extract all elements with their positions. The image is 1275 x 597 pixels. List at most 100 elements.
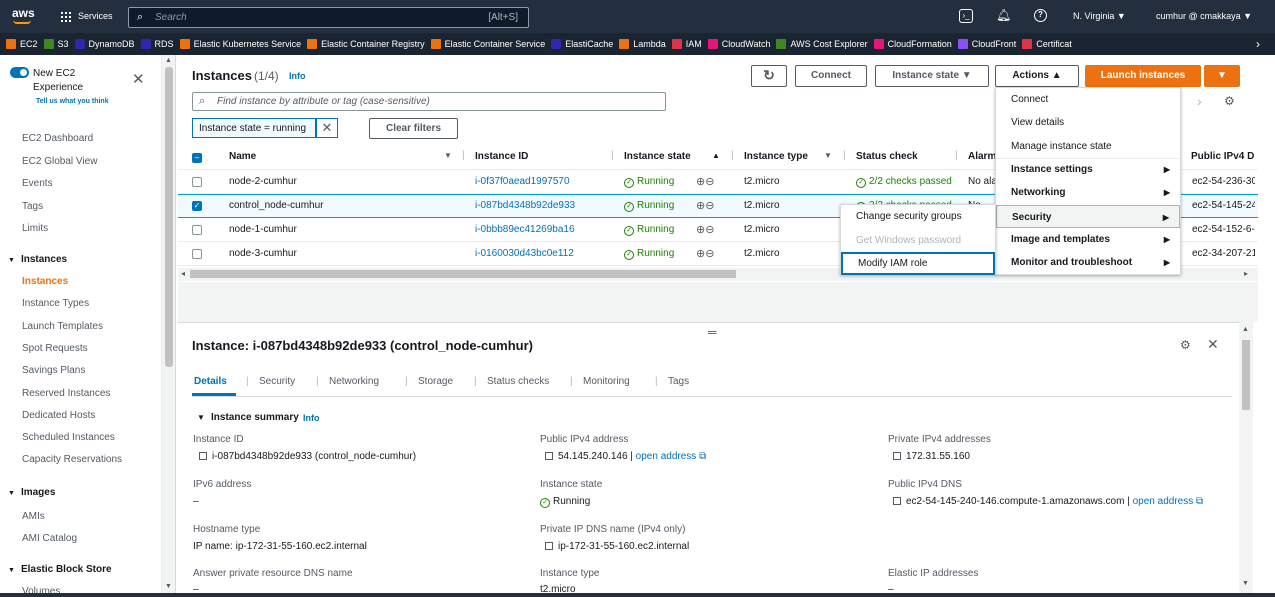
scroll-left-icon[interactable]: ◂	[181, 269, 185, 278]
actions-menu-item-instance-settings[interactable]: Instance settings ▶	[996, 158, 1180, 181]
tab-status-checks[interactable]: Status checks	[487, 376, 549, 387]
favorite-elastic-container-service[interactable]: Elastic Container Service	[430, 33, 545, 55]
row-checkbox[interactable]	[192, 225, 202, 235]
zoom-icon[interactable]: ⊕⊖	[696, 199, 714, 212]
account-menu[interactable]: cumhur @ cmakkaya ▼	[1156, 11, 1252, 21]
security-menu-item-change-security-groups[interactable]: Change security groups	[841, 205, 995, 228]
row-checkbox[interactable]	[192, 177, 202, 187]
tab-storage[interactable]: Storage	[418, 376, 453, 387]
tab-tags[interactable]: Tags	[668, 376, 689, 387]
instance-id-link[interactable]: i-0160030d43bc0e112	[475, 248, 574, 259]
external-link-icon[interactable]: ⧉	[699, 451, 706, 462]
favorite-dynamodb[interactable]: DynamoDB	[74, 33, 135, 55]
sidebar-item-amis[interactable]: AMIs	[22, 511, 45, 522]
favorite-rds[interactable]: RDS	[140, 33, 174, 55]
tab-security[interactable]: Security	[259, 376, 295, 387]
scroll-right-icon[interactable]: ▸	[1244, 269, 1248, 278]
collapse-icon[interactable]: ▼	[197, 413, 205, 422]
chevron-right-icon[interactable]: ›	[1256, 37, 1260, 51]
scroll-down-icon[interactable]: ▼	[165, 583, 172, 590]
settings-gear-icon[interactable]: ⚙	[1180, 338, 1191, 352]
tab-networking[interactable]: Networking	[329, 376, 379, 387]
col-name[interactable]: Name	[229, 151, 256, 162]
open-address-link[interactable]: open address	[636, 451, 697, 462]
filter-input[interactable]: ⌕ Find instance by attribute or tag (cas…	[192, 92, 666, 111]
column-divider[interactable]: |	[611, 150, 614, 161]
sidebar-item-events[interactable]: Events	[22, 178, 53, 189]
external-link-icon[interactable]: ⧉	[1196, 496, 1203, 507]
sidebar-section-images[interactable]: ▼ Images	[8, 487, 55, 498]
services-menu[interactable]: Services	[78, 11, 113, 21]
row-checkbox[interactable]	[192, 249, 202, 259]
aws-logo[interactable]: aws	[12, 6, 35, 20]
instance-id-link[interactable]: i-087bd4348b92de933	[475, 200, 575, 211]
favorite-elasticache[interactable]: ElastiCache	[551, 33, 613, 55]
detail-scrollbar[interactable]: ▲ ▼	[1239, 322, 1253, 597]
sort-asc-icon[interactable]: ▲	[712, 151, 720, 160]
actions-menu-item-security[interactable]: Security ▶	[996, 204, 1180, 228]
sidebar-item-capacity-reservations[interactable]: Capacity Reservations	[22, 454, 122, 465]
scroll-up-icon[interactable]: ▲	[1242, 326, 1249, 333]
copy-icon[interactable]	[893, 452, 901, 460]
clear-filters-button[interactable]: Clear filters	[369, 118, 458, 139]
column-divider[interactable]: |	[955, 150, 958, 161]
open-address-link[interactable]: open address	[1133, 496, 1194, 507]
services-grid-icon[interactable]	[61, 12, 71, 22]
close-icon[interactable]: ✕	[1207, 336, 1219, 353]
col-instance-type[interactable]: Instance type	[744, 151, 808, 162]
col-instance-state[interactable]: Instance state	[624, 151, 691, 162]
select-all-checkbox[interactable]: –	[192, 153, 202, 163]
actions-menu-item-view-details[interactable]: View details	[996, 111, 1180, 134]
launch-instances-button[interactable]: Launch instances	[1085, 65, 1201, 87]
col-status-check[interactable]: Status check	[856, 151, 918, 162]
copy-icon[interactable]	[199, 452, 207, 460]
favorite-cloudwatch[interactable]: CloudWatch	[707, 33, 770, 55]
actions-menu-item-networking[interactable]: Networking ▶	[996, 181, 1180, 204]
favorite-aws-cost-explorer[interactable]: AWS Cost Explorer	[776, 33, 868, 55]
summary-info-link[interactable]: Info	[303, 413, 320, 423]
col-alarm[interactable]: Alarm	[968, 151, 996, 162]
sidebar-item-dedicated-hosts[interactable]: Dedicated Hosts	[22, 410, 95, 421]
zoom-icon[interactable]: ⊕⊖	[696, 175, 714, 188]
sidebar-item-ec2-dashboard[interactable]: EC2 Dashboard	[22, 133, 93, 144]
search-input[interactable]: ⌕ Search [Alt+S]	[128, 7, 529, 28]
scrollbar-thumb[interactable]	[1242, 340, 1250, 410]
favorite-cloudformation[interactable]: CloudFormation	[873, 33, 952, 55]
connect-button[interactable]: Connect	[795, 65, 867, 87]
scroll-up-icon[interactable]: ▲	[165, 57, 172, 64]
favorite-cloudfront[interactable]: CloudFront	[957, 33, 1016, 55]
col-instance-id[interactable]: Instance ID	[475, 151, 528, 162]
column-divider[interactable]: |	[843, 150, 846, 161]
favorite-ec2[interactable]: EC2	[6, 33, 38, 55]
instance-id-link[interactable]: i-0f37f0aead1997570	[475, 176, 570, 187]
col-public-dns[interactable]: Public IPv4 D	[1191, 151, 1254, 162]
favorite-certificat[interactable]: Certificat	[1022, 33, 1072, 55]
info-link[interactable]: Info	[289, 71, 306, 81]
cloudshell-icon[interactable]: ›_	[959, 9, 973, 23]
settings-gear-icon[interactable]: ⚙	[1224, 94, 1235, 108]
copy-icon[interactable]	[893, 497, 901, 505]
tab-monitoring[interactable]: Monitoring	[583, 376, 630, 387]
sidebar-item-tags[interactable]: Tags	[22, 201, 43, 212]
summary-heading[interactable]: Instance summary	[211, 412, 299, 423]
instance-state-button[interactable]: Instance state ▼	[875, 65, 989, 87]
sidebar-item-scheduled-instances[interactable]: Scheduled Instances	[22, 432, 115, 443]
actions-menu-item-image-and-templates[interactable]: Image and templates ▶	[996, 228, 1180, 251]
favorite-elastic-container-registry[interactable]: Elastic Container Registry	[307, 33, 425, 55]
scroll-down-icon[interactable]: ▼	[1242, 580, 1249, 587]
new-experience-toggle[interactable]	[10, 67, 29, 78]
close-icon[interactable]: ✕	[132, 70, 145, 88]
copy-icon[interactable]	[545, 542, 553, 550]
actions-menu-item-connect[interactable]: Connect	[996, 88, 1180, 111]
actions-menu-item-manage-instance-state[interactable]: Manage instance state	[996, 135, 1180, 158]
column-divider[interactable]: |	[462, 150, 465, 161]
launch-dropdown-button[interactable]: ▼	[1204, 65, 1240, 87]
security-menu-item-modify-iam-role[interactable]: Modify IAM role	[841, 252, 995, 275]
favorite-lambda[interactable]: Lambda	[619, 33, 666, 55]
sidebar-item-instance-types[interactable]: Instance Types	[22, 298, 89, 309]
help-icon[interactable]: ?	[1034, 9, 1047, 22]
zoom-icon[interactable]: ⊕⊖	[696, 223, 714, 236]
sidebar-item-spot-requests[interactable]: Spot Requests	[22, 343, 88, 354]
bell-icon[interactable]: 🔔︎	[996, 8, 1011, 22]
next-page-icon[interactable]: ›	[1197, 93, 1202, 109]
